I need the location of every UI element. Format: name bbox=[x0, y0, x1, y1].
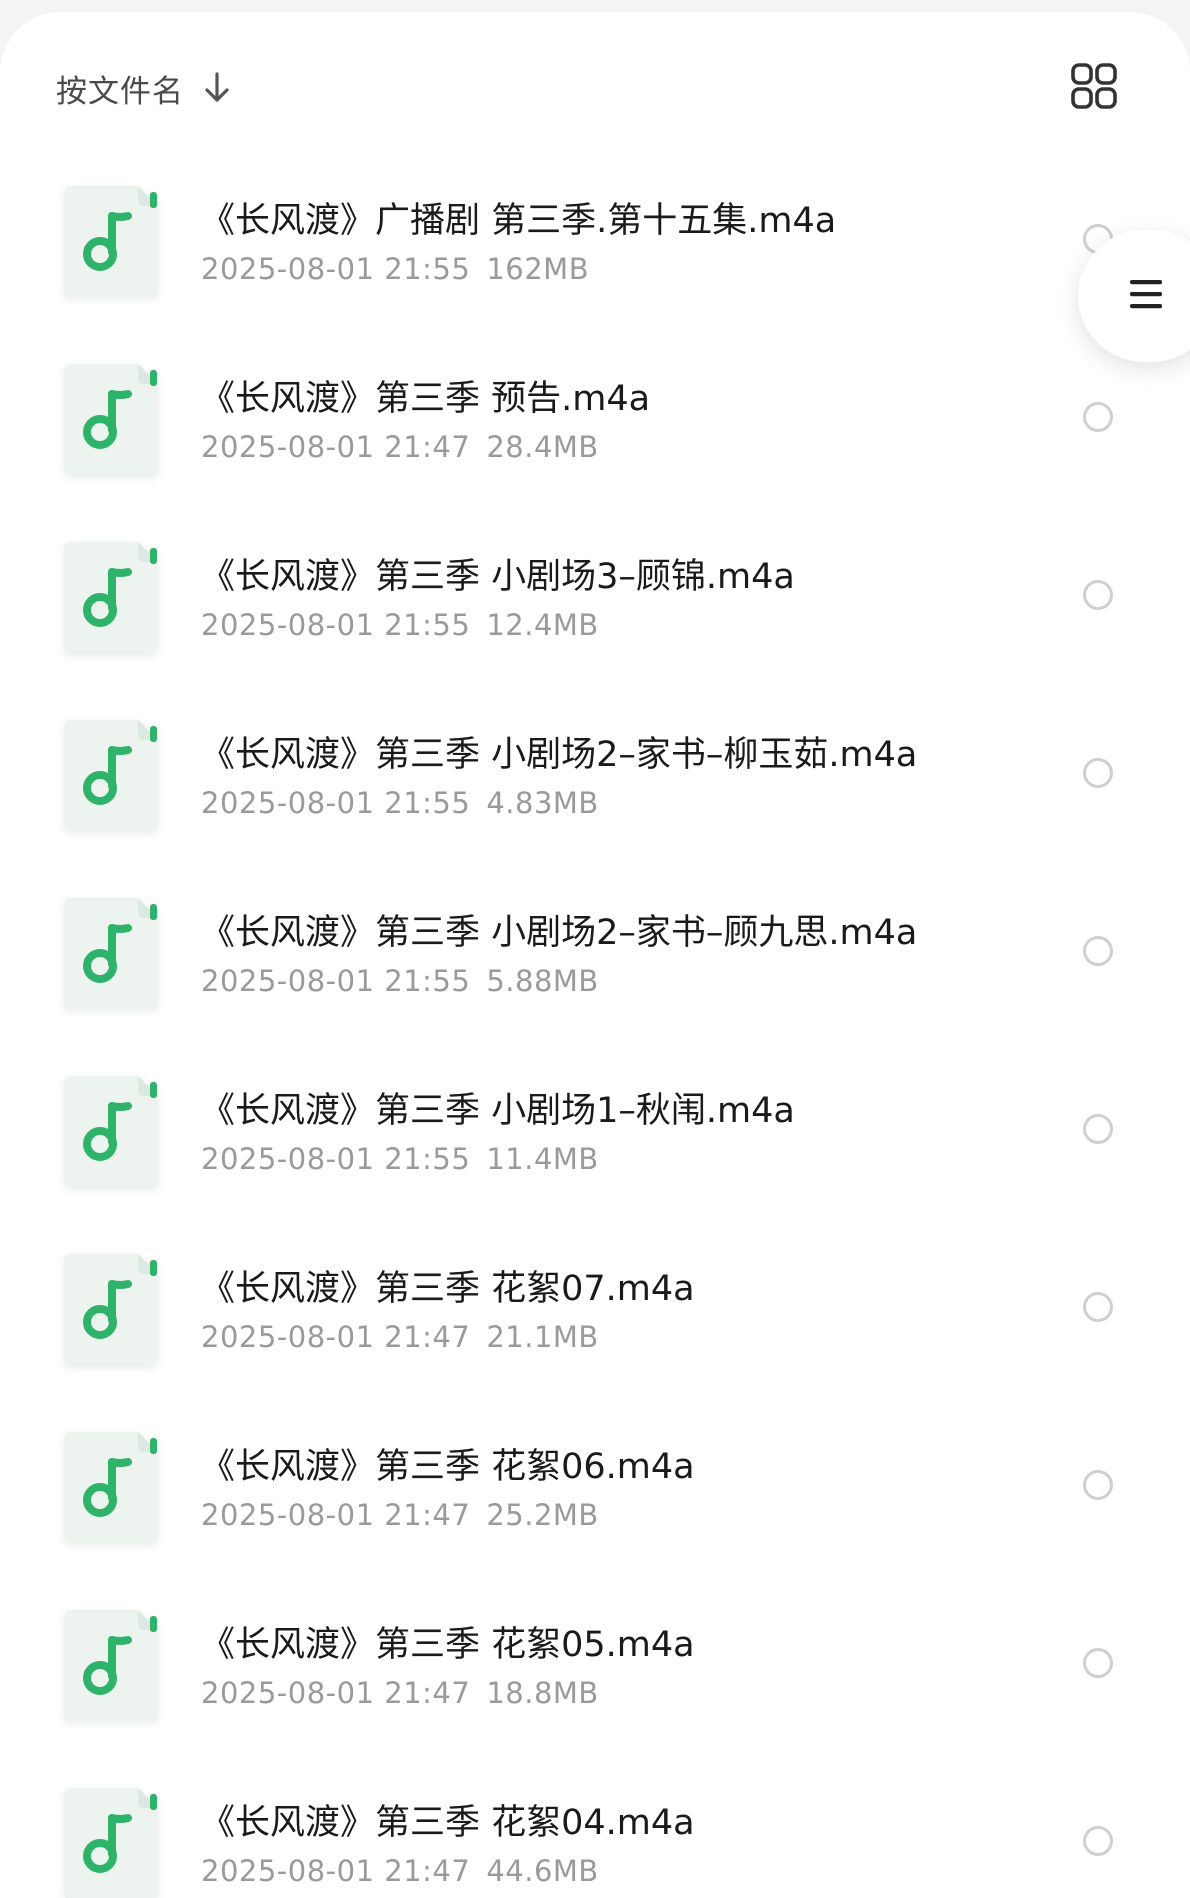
grid-view-toggle[interactable] bbox=[1058, 52, 1130, 124]
file-meta: 2025-08-01 21:55 5.88MB bbox=[201, 964, 599, 998]
grid-view-icon bbox=[1070, 62, 1118, 114]
file-name: 《长风渡》广播剧 第三季.第十五集.m4a bbox=[200, 201, 837, 241]
audio-file-icon bbox=[64, 542, 158, 654]
file-size: 12.4MB bbox=[486, 608, 599, 642]
file-meta: 2025-08-01 21:47 21.1MB bbox=[201, 1320, 599, 1354]
file-name: 《长风渡》第三季 预告.m4a bbox=[200, 379, 651, 419]
file-date: 2025-08-01 21:55 bbox=[201, 252, 471, 286]
file-size: 25.2MB bbox=[486, 1498, 599, 1532]
file-row[interactable]: 《长风渡》第三季 小剧场2–家书–柳玉茹.m4a 2025-08-01 21:5… bbox=[0, 696, 1190, 874]
select-radio[interactable] bbox=[1083, 1826, 1113, 1856]
audio-file-icon bbox=[64, 720, 158, 832]
file-date: 2025-08-01 21:47 bbox=[201, 430, 471, 464]
file-row[interactable]: 《长风渡》第三季 花絮07.m4a 2025-08-01 21:47 21.1MB bbox=[0, 1230, 1190, 1408]
file-meta: 2025-08-01 21:55 12.4MB bbox=[201, 608, 599, 642]
audio-file-icon bbox=[64, 364, 158, 476]
audio-file-icon bbox=[64, 1254, 158, 1366]
file-name: 《长风渡》第三季 花絮07.m4a bbox=[200, 1269, 695, 1309]
file-name: 《长风渡》第三季 花絮05.m4a bbox=[200, 1625, 695, 1665]
file-date: 2025-08-01 21:47 bbox=[201, 1854, 471, 1888]
sort-label: 按文件名 bbox=[56, 73, 184, 110]
file-meta: 2025-08-01 21:47 18.8MB bbox=[201, 1676, 599, 1710]
file-size: 4.83MB bbox=[486, 786, 599, 820]
audio-file-icon bbox=[64, 1610, 158, 1722]
audio-file-icon bbox=[64, 898, 158, 1010]
file-name: 《长风渡》第三季 小剧场3–顾锦.m4a bbox=[200, 557, 795, 597]
file-row[interactable]: 《长风渡》第三季 小剧场1–秋闱.m4a 2025-08-01 21:55 11.… bbox=[0, 1052, 1190, 1230]
file-meta: 2025-08-01 21:47 44.6MB bbox=[201, 1854, 599, 1888]
file-row[interactable]: 《长风渡》广播剧 第三季.第十五集.m4a 2025-08-01 21:55 16… bbox=[0, 162, 1190, 340]
file-meta: 2025-08-01 21:55 11.4MB bbox=[201, 1142, 599, 1176]
file-date: 2025-08-01 21:47 bbox=[201, 1676, 471, 1710]
file-row[interactable]: 《长风渡》第三季 小剧场3–顾锦.m4a 2025-08-01 21:55 12.… bbox=[0, 518, 1190, 696]
file-name: 《长风渡》第三季 小剧场1–秋闱.m4a bbox=[200, 1091, 795, 1131]
file-row[interactable]: 《长风渡》第三季 小剧场2–家书–顾九思.m4a 2025-08-01 21:5… bbox=[0, 874, 1190, 1052]
file-date: 2025-08-01 21:47 bbox=[201, 1498, 471, 1532]
file-row[interactable]: 《长风渡》第三季 预告.m4a 2025-08-01 21:47 28.4MB bbox=[0, 340, 1190, 518]
menu-icon bbox=[1128, 277, 1164, 315]
file-date: 2025-08-01 21:55 bbox=[201, 964, 471, 998]
file-size: 28.4MB bbox=[486, 430, 599, 464]
file-list-panel: 按文件名 《长风渡》广播剧 第三季.第十五集.m4a 2025-08-01 21… bbox=[0, 12, 1190, 1898]
file-meta: 2025-08-01 21:47 28.4MB bbox=[201, 430, 599, 464]
file-name: 《长风渡》第三季 花絮06.m4a bbox=[200, 1447, 695, 1487]
file-row[interactable]: 《长风渡》第三季 花絮06.m4a 2025-08-01 21:47 25.2MB bbox=[0, 1408, 1190, 1586]
file-row[interactable]: 《长风渡》第三季 花絮04.m4a 2025-08-01 21:47 44.6MB bbox=[0, 1764, 1190, 1898]
file-date: 2025-08-01 21:55 bbox=[201, 786, 471, 820]
select-radio[interactable] bbox=[1083, 402, 1113, 432]
file-date: 2025-08-01 21:55 bbox=[201, 1142, 471, 1176]
audio-file-icon bbox=[64, 186, 158, 298]
file-name: 《长风渡》第三季 小剧场2–家书–柳玉茹.m4a bbox=[200, 735, 918, 775]
audio-file-icon bbox=[64, 1076, 158, 1188]
sort-control[interactable]: 按文件名 bbox=[56, 52, 232, 124]
select-radio[interactable] bbox=[1083, 936, 1113, 966]
file-row[interactable]: 《长风渡》第三季 花絮05.m4a 2025-08-01 21:47 18.8MB bbox=[0, 1586, 1190, 1764]
file-meta: 2025-08-01 21:47 25.2MB bbox=[201, 1498, 599, 1532]
file-size: 11.4MB bbox=[486, 1142, 599, 1176]
file-date: 2025-08-01 21:47 bbox=[201, 1320, 471, 1354]
file-meta: 2025-08-01 21:55 162MB bbox=[201, 252, 589, 286]
select-radio[interactable] bbox=[1083, 758, 1113, 788]
select-radio[interactable] bbox=[1083, 1292, 1113, 1322]
select-radio[interactable] bbox=[1083, 580, 1113, 610]
file-name: 《长风渡》第三季 花絮04.m4a bbox=[200, 1803, 695, 1843]
select-radio[interactable] bbox=[1083, 1470, 1113, 1500]
file-size: 18.8MB bbox=[486, 1676, 599, 1710]
arrow-down-icon bbox=[202, 70, 232, 106]
file-list: 《长风渡》广播剧 第三季.第十五集.m4a 2025-08-01 21:55 16… bbox=[0, 162, 1190, 1898]
file-size: 162MB bbox=[486, 252, 590, 286]
file-size: 44.6MB bbox=[486, 1854, 599, 1888]
select-radio[interactable] bbox=[1083, 1648, 1113, 1678]
file-date: 2025-08-01 21:55 bbox=[201, 608, 471, 642]
file-meta: 2025-08-01 21:55 4.83MB bbox=[201, 786, 599, 820]
file-name: 《长风渡》第三季 小剧场2–家书–顾九思.m4a bbox=[200, 913, 918, 953]
audio-file-icon bbox=[64, 1432, 158, 1544]
select-radio[interactable] bbox=[1083, 1114, 1113, 1144]
file-size: 21.1MB bbox=[486, 1320, 599, 1354]
file-size: 5.88MB bbox=[486, 964, 599, 998]
audio-file-icon bbox=[64, 1788, 158, 1898]
